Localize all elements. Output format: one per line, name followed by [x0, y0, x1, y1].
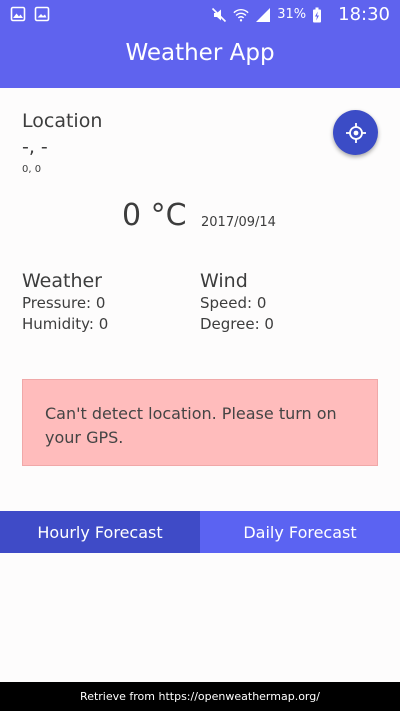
battery-percent: 31% — [277, 7, 307, 22]
attribution-text: Retrieve from https://openweathermap.org… — [80, 690, 320, 703]
battery-charging-icon — [312, 7, 328, 23]
attribution-footer: Retrieve from https://openweathermap.org… — [0, 682, 400, 711]
wifi-icon — [233, 7, 249, 23]
pressure-value: Pressure: 0 — [22, 294, 106, 312]
tab-hourly-forecast[interactable]: Hourly Forecast — [0, 511, 200, 553]
location-name: -, - — [22, 136, 48, 158]
weather-section: Weather Pressure: 0 Humidity: 0 — [22, 270, 108, 335]
status-bar-left — [10, 6, 50, 22]
locate-button[interactable] — [333, 110, 378, 155]
status-bar: 31% 18:30 — [0, 0, 400, 30]
tab-daily-label: Daily Forecast — [243, 522, 357, 542]
gps-locate-icon — [345, 122, 367, 144]
current-temperature: 0 °C — [122, 198, 187, 233]
tab-hourly-label: Hourly Forecast — [37, 522, 163, 542]
humidity-value: Humidity: 0 — [22, 315, 109, 333]
location-label: Location — [22, 110, 103, 132]
image-icon — [34, 6, 50, 22]
gps-alert: Can't detect location. Please turn on yo… — [22, 379, 378, 466]
current-date: 2017/09/14 — [201, 215, 276, 230]
photo-icon — [10, 6, 26, 22]
app-header: 31% 18:30 Weather App — [0, 0, 400, 88]
status-bar-right: 31% 18:30 — [211, 4, 390, 25]
tab-daily-forecast[interactable]: Daily Forecast — [200, 511, 400, 553]
wind-heading: Wind — [200, 270, 248, 292]
wind-degree-value: Degree: 0 — [200, 315, 274, 333]
mute-icon — [211, 7, 227, 23]
gps-alert-message: Can't detect location. Please turn on yo… — [45, 404, 337, 447]
app-title: Weather App — [125, 40, 275, 66]
status-time: 18:30 — [338, 4, 390, 25]
wind-speed-value: Speed: 0 — [200, 294, 267, 312]
signal-icon — [255, 7, 271, 23]
wind-section: Wind Speed: 0 Degree: 0 — [200, 270, 274, 335]
location-coordinates: 0, 0 — [22, 164, 42, 175]
weather-app-screen: 31% 18:30 Weather App Location -, - 0, 0… — [0, 0, 400, 711]
weather-heading: Weather — [22, 270, 102, 292]
forecast-tabs: Hourly Forecast Daily Forecast — [0, 511, 400, 553]
